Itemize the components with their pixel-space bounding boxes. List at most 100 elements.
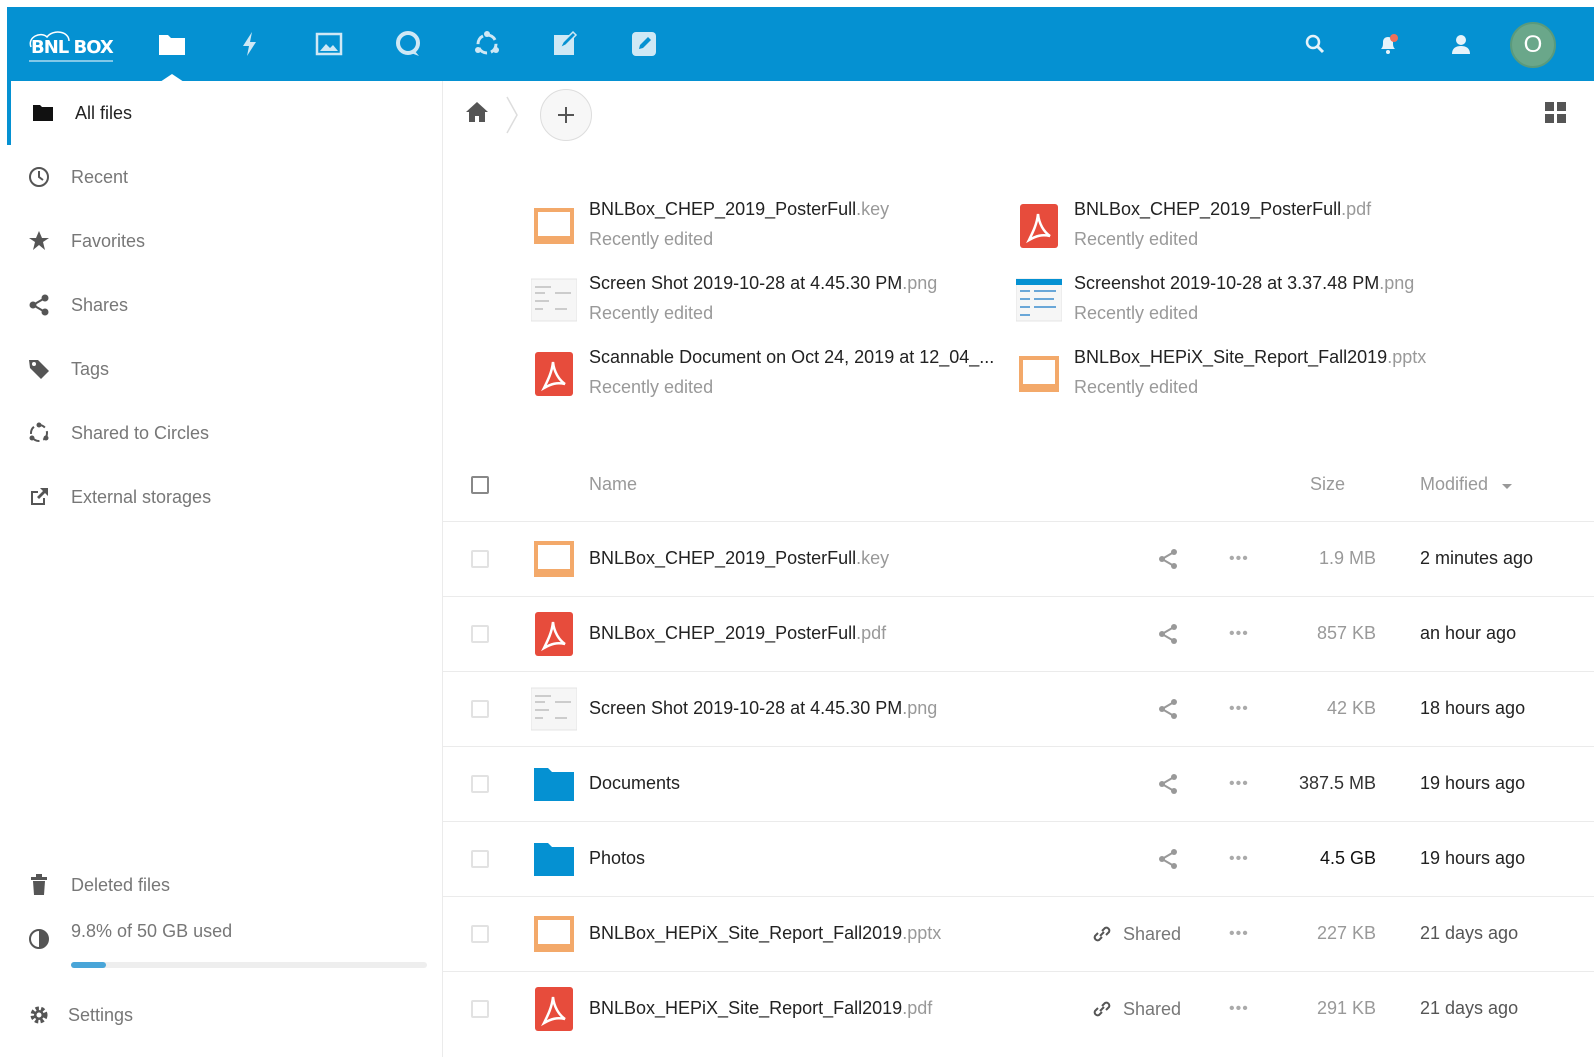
circles-icon: [475, 31, 499, 55]
app-editor[interactable]: [629, 29, 659, 59]
quota-progress-fill: [71, 962, 106, 968]
sidebar-item-favorites[interactable]: Favorites: [7, 209, 443, 273]
row-checkbox[interactable]: [471, 625, 489, 643]
row-checkbox[interactable]: [471, 550, 489, 568]
app-circles[interactable]: [472, 29, 502, 59]
search-icon[interactable]: [1302, 31, 1328, 57]
recent-status: Recently edited: [1074, 377, 1199, 397]
folder-icon: [531, 836, 577, 882]
gear-icon: [27, 1003, 51, 1027]
contacts-icon[interactable]: [1448, 31, 1474, 57]
share-icon[interactable]: [1157, 623, 1187, 647]
sidebar-item-external-storages[interactable]: External storages: [7, 465, 443, 529]
shared-label: Shared: [1123, 923, 1182, 944]
sidebar: All files Recent Favorites Shares Tags S…: [7, 81, 443, 1057]
file-modified: 18 hours ago: [1420, 698, 1526, 718]
sort-down-icon: [1502, 484, 1513, 489]
table-row[interactable]: BNLBox_HEPiX_Site_Report_Fall2019.pdf Sh…: [443, 972, 1594, 1047]
share-icon: [27, 293, 51, 317]
file-list-header: Name Size Modified: [443, 448, 1594, 522]
sidebar-item-shared-to-circles[interactable]: Shared to Circles: [7, 401, 443, 465]
file-size: 1.9 MB: [1318, 548, 1376, 568]
recent-file-name: Scannable Document on Oct 24, 2019 at 12…: [589, 347, 995, 367]
image-thumbnail-icon: [531, 686, 577, 732]
recent-file-name: Screen Shot 2019-10-28 at 4.45.30 PM: [589, 273, 903, 293]
table-row[interactable]: Documents ••• 387.5 MB 19 hours ago: [443, 747, 1594, 822]
file-name: Documents: [589, 773, 681, 793]
sidebar-item-label: Tags: [71, 358, 110, 379]
column-name[interactable]: Name: [589, 474, 637, 495]
more-actions-icon[interactable]: •••: [1229, 850, 1249, 868]
app-talk[interactable]: [393, 29, 423, 59]
file-size: 4.5 GB: [1319, 848, 1376, 868]
recent-file-ext: .key: [856, 199, 890, 219]
row-checkbox[interactable]: [471, 850, 489, 868]
table-row[interactable]: Screen Shot 2019-10-28 at 4.45.30 PM.png…: [443, 672, 1594, 747]
file-modified: 2 minutes ago: [1420, 548, 1534, 568]
image-icon: [315, 32, 343, 56]
row-checkbox[interactable]: [471, 775, 489, 793]
folder-icon: [159, 35, 185, 55]
share-icon[interactable]: [1157, 548, 1187, 572]
more-actions-icon[interactable]: •••: [1229, 1000, 1249, 1018]
sidebar-item-shares[interactable]: Shares: [7, 273, 443, 337]
file-modified: 19 hours ago: [1420, 848, 1526, 868]
sidebar-item-tags[interactable]: Tags: [7, 337, 443, 401]
user-avatar[interactable]: O: [1510, 22, 1556, 68]
slides-file-icon: [531, 536, 577, 582]
file-name: BNLBox_HEPiX_Site_Report_Fall2019: [589, 923, 903, 943]
more-actions-icon[interactable]: •••: [1229, 625, 1249, 643]
notifications-icon[interactable]: [1375, 31, 1401, 57]
pdf-file-icon: [531, 351, 577, 397]
sidebar-item-label: Recent: [71, 166, 129, 187]
plus-icon: [558, 107, 574, 123]
shared-link-button[interactable]: Shared: [1091, 923, 1181, 945]
app-activity[interactable]: [235, 29, 265, 59]
column-modified-label: Modified: [1420, 474, 1489, 494]
row-checkbox[interactable]: [471, 925, 489, 943]
home-icon[interactable]: [465, 101, 489, 128]
file-ext: .pptx: [902, 923, 942, 943]
files-controls: [443, 81, 1594, 147]
sidebar-item-recent[interactable]: Recent: [7, 145, 443, 209]
slides-file-icon: [1016, 351, 1062, 397]
recent-file-ext: .pptx: [1387, 347, 1427, 367]
app-files[interactable]: [157, 29, 187, 82]
edit-icon: [632, 32, 656, 56]
table-row[interactable]: BNLBox_CHEP_2019_PosterFull.pdf ••• 857 …: [443, 597, 1594, 672]
recent-status: Recently edited: [589, 377, 714, 397]
app-gallery[interactable]: [314, 29, 344, 59]
grid-view-icon[interactable]: [1545, 102, 1567, 129]
image-thumbnail-icon: [531, 277, 577, 323]
lightning-icon: [243, 32, 256, 56]
pie-chart-icon: [27, 927, 51, 951]
more-actions-icon[interactable]: •••: [1229, 700, 1249, 718]
share-icon[interactable]: [1157, 773, 1187, 797]
share-icon[interactable]: [1157, 848, 1187, 872]
app-notes[interactable]: [550, 29, 580, 59]
share-icon[interactable]: [1157, 698, 1187, 722]
bnl-box-logo[interactable]: BNL BOX: [25, 27, 117, 63]
new-file-button[interactable]: [540, 89, 592, 141]
trash-icon: [27, 873, 51, 897]
shared-label: Shared: [1123, 998, 1182, 1019]
more-actions-icon[interactable]: •••: [1229, 775, 1249, 793]
recent-status: Recently edited: [589, 303, 714, 323]
row-checkbox[interactable]: [471, 700, 489, 718]
more-actions-icon[interactable]: •••: [1229, 925, 1249, 943]
more-actions-icon[interactable]: •••: [1229, 550, 1249, 568]
recent-status: Recently edited: [589, 229, 714, 249]
column-size[interactable]: Size: [1310, 474, 1345, 495]
row-checkbox[interactable]: [471, 1000, 489, 1018]
table-row[interactable]: BNLBox_HEPiX_Site_Report_Fall2019.pptx S…: [443, 897, 1594, 972]
table-row[interactable]: Photos ••• 4.5 GB 19 hours ago: [443, 822, 1594, 897]
sidebar-item-settings[interactable]: Settings: [7, 983, 443, 1047]
select-all-checkbox[interactable]: [471, 476, 489, 494]
shared-link-button[interactable]: Shared: [1091, 998, 1181, 1020]
table-row[interactable]: BNLBox_CHEP_2019_PosterFull.key ••• 1.9 …: [443, 522, 1594, 597]
file-modified: 21 days ago: [1420, 923, 1519, 943]
pdf-file-icon: [531, 611, 577, 657]
sidebar-item-all-files[interactable]: All files: [7, 81, 443, 145]
file-ext: .key: [856, 548, 890, 568]
column-modified[interactable]: Modified: [1420, 474, 1513, 495]
